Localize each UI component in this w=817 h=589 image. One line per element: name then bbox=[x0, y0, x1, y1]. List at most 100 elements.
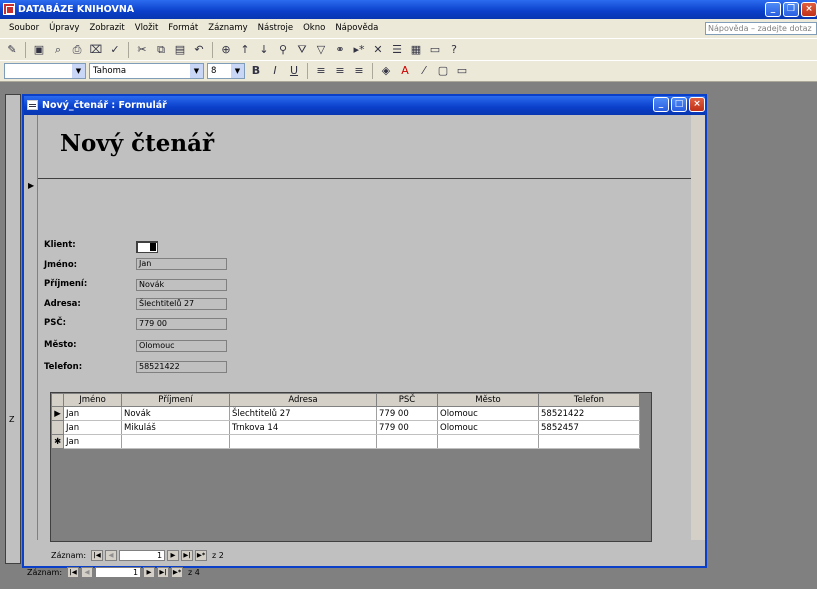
cell[interactable]: Olomouc bbox=[437, 420, 539, 435]
copy-icon[interactable]: ⧉ bbox=[153, 42, 169, 58]
prev-record-button[interactable]: ◀ bbox=[105, 549, 118, 561]
align-center-icon[interactable]: ≡ bbox=[332, 63, 348, 79]
view-icon[interactable]: ✎ bbox=[4, 42, 20, 58]
record-number-input[interactable]: 1 bbox=[95, 566, 142, 578]
menu-format[interactable]: Formát bbox=[163, 19, 203, 38]
form-minimize-button[interactable]: _ bbox=[653, 97, 669, 112]
line-color-icon[interactable]: ⁄ bbox=[416, 63, 432, 79]
cell[interactable]: 779 00 bbox=[376, 406, 438, 421]
telefon-field[interactable]: 58521422 bbox=[136, 361, 227, 373]
filter-icon[interactable]: ⚲ bbox=[275, 42, 291, 58]
next-record-button[interactable]: ▶ bbox=[167, 549, 180, 561]
column-header-psc[interactable]: PSČ bbox=[376, 393, 438, 407]
sort-asc-icon[interactable]: ↑ bbox=[237, 42, 253, 58]
jmeno-field[interactable]: Jan bbox=[136, 258, 227, 270]
cell[interactable] bbox=[121, 434, 230, 449]
column-header-prijmeni[interactable]: Příjmení bbox=[121, 393, 230, 407]
cell[interactable]: Trnkova 14 bbox=[229, 420, 377, 435]
new-record-button[interactable]: ▶* bbox=[171, 566, 184, 578]
save-icon[interactable]: ▣ bbox=[31, 42, 47, 58]
database-window-icon[interactable]: ▦ bbox=[408, 42, 424, 58]
select-all-cell[interactable] bbox=[51, 393, 64, 407]
restore-button[interactable]: ❐ bbox=[783, 2, 799, 17]
filter-form-icon[interactable]: ⛛ bbox=[294, 42, 310, 58]
new-record-icon[interactable]: ▸* bbox=[351, 42, 367, 58]
align-left-icon[interactable]: ≡ bbox=[313, 63, 329, 79]
record-selector[interactable]: ▶ bbox=[24, 115, 38, 540]
font-color-icon[interactable]: A bbox=[397, 63, 413, 79]
prijmeni-field[interactable]: Novák bbox=[136, 279, 227, 291]
cell[interactable]: Novák bbox=[121, 406, 230, 421]
mesto-field[interactable]: Olomouc bbox=[136, 340, 227, 352]
cell[interactable] bbox=[229, 434, 377, 449]
object-combo[interactable]: ▼ bbox=[4, 63, 86, 79]
special-effect-icon[interactable]: ▭ bbox=[454, 63, 470, 79]
psc-field[interactable]: 779 00 bbox=[136, 318, 227, 330]
table-row[interactable]: ▶ Jan Novák Šlechtitelů 27 779 00 Olomou… bbox=[51, 406, 640, 421]
apply-filter-icon[interactable]: ▽ bbox=[313, 42, 329, 58]
new-record-asterisk-icon[interactable]: ✱ bbox=[51, 434, 64, 449]
border-width-icon[interactable]: ▢ bbox=[435, 63, 451, 79]
align-right-icon[interactable]: ≡ bbox=[351, 63, 367, 79]
cell[interactable]: 5852457 bbox=[538, 420, 640, 435]
italic-icon[interactable]: I bbox=[267, 63, 283, 79]
properties-icon[interactable]: ☰ bbox=[389, 42, 405, 58]
menu-vlozit[interactable]: Vložit bbox=[130, 19, 164, 38]
cell[interactable]: Olomouc bbox=[437, 406, 539, 421]
spelling-icon[interactable]: ✓ bbox=[107, 42, 123, 58]
cell[interactable]: Jan bbox=[63, 420, 122, 435]
first-record-button[interactable]: |◀ bbox=[67, 566, 80, 578]
close-button[interactable]: × bbox=[801, 2, 817, 17]
paste-icon[interactable]: ▤ bbox=[172, 42, 188, 58]
menu-upravy[interactable]: Úpravy bbox=[44, 19, 84, 38]
table-row[interactable]: Jan Mikuláš Trnkova 14 779 00 Olomouc 58… bbox=[51, 420, 640, 435]
cell[interactable] bbox=[437, 434, 539, 449]
last-record-button[interactable]: ▶| bbox=[181, 549, 194, 561]
column-header-adresa[interactable]: Adresa bbox=[229, 393, 377, 407]
undo-icon[interactable]: ↶ bbox=[191, 42, 207, 58]
cell[interactable]: Mikuláš bbox=[121, 420, 230, 435]
menu-nastroje[interactable]: Nástroje bbox=[253, 19, 298, 38]
cell[interactable]: Jan bbox=[63, 406, 122, 421]
klient-checkbox[interactable] bbox=[136, 241, 158, 253]
delete-record-icon[interactable]: ✕ bbox=[370, 42, 386, 58]
new-record-button[interactable]: ▶* bbox=[195, 549, 208, 561]
table-row-new[interactable]: ✱ Jan bbox=[51, 434, 640, 449]
chevron-down-icon[interactable]: ▼ bbox=[231, 64, 244, 78]
menu-okno[interactable]: Okno bbox=[298, 19, 330, 38]
menu-zaznamy[interactable]: Záznamy bbox=[203, 19, 252, 38]
font-size-combo[interactable]: 8 ▼ bbox=[207, 63, 245, 79]
underline-icon[interactable]: U bbox=[286, 63, 302, 79]
search-file-icon[interactable]: ⌕ bbox=[50, 42, 66, 58]
row-selector[interactable] bbox=[51, 420, 64, 435]
next-record-button[interactable]: ▶ bbox=[143, 566, 156, 578]
find-icon[interactable]: ⚭ bbox=[332, 42, 348, 58]
prev-record-button[interactable]: ◀ bbox=[81, 566, 94, 578]
menu-zobrazit[interactable]: Zobrazit bbox=[84, 19, 129, 38]
form-maximize-button[interactable]: □ bbox=[671, 97, 687, 112]
cell[interactable]: 779 00 bbox=[376, 420, 438, 435]
menu-napoveda[interactable]: Nápověda bbox=[330, 19, 383, 38]
menu-soubor[interactable]: Soubor bbox=[4, 19, 44, 38]
cell[interactable] bbox=[538, 434, 640, 449]
chevron-down-icon[interactable]: ▼ bbox=[72, 64, 85, 78]
cell[interactable]: 58521422 bbox=[538, 406, 640, 421]
chevron-down-icon[interactable]: ▼ bbox=[190, 64, 203, 78]
bold-icon[interactable]: B bbox=[248, 63, 264, 79]
print-preview-icon[interactable]: ⌧ bbox=[88, 42, 104, 58]
row-selector-current-icon[interactable]: ▶ bbox=[51, 406, 64, 421]
form-close-button[interactable]: × bbox=[689, 97, 705, 112]
record-number-input[interactable]: 1 bbox=[119, 549, 166, 561]
last-record-button[interactable]: ▶| bbox=[157, 566, 170, 578]
first-record-button[interactable]: |◀ bbox=[91, 549, 104, 561]
minimize-button[interactable]: _ bbox=[765, 2, 781, 17]
font-combo[interactable]: Tahoma ▼ bbox=[89, 63, 204, 79]
adresa-field[interactable]: Šlechtitelů 27 bbox=[136, 298, 227, 310]
hyperlink-icon[interactable]: ⊕ bbox=[218, 42, 234, 58]
column-header-jmeno[interactable]: Jméno bbox=[63, 393, 122, 407]
help-icon[interactable]: ? bbox=[446, 42, 462, 58]
fill-color-icon[interactable]: ◈ bbox=[378, 63, 394, 79]
cut-icon[interactable]: ✂ bbox=[134, 42, 150, 58]
column-header-telefon[interactable]: Telefon bbox=[538, 393, 640, 407]
print-icon[interactable]: ⎙ bbox=[69, 42, 85, 58]
